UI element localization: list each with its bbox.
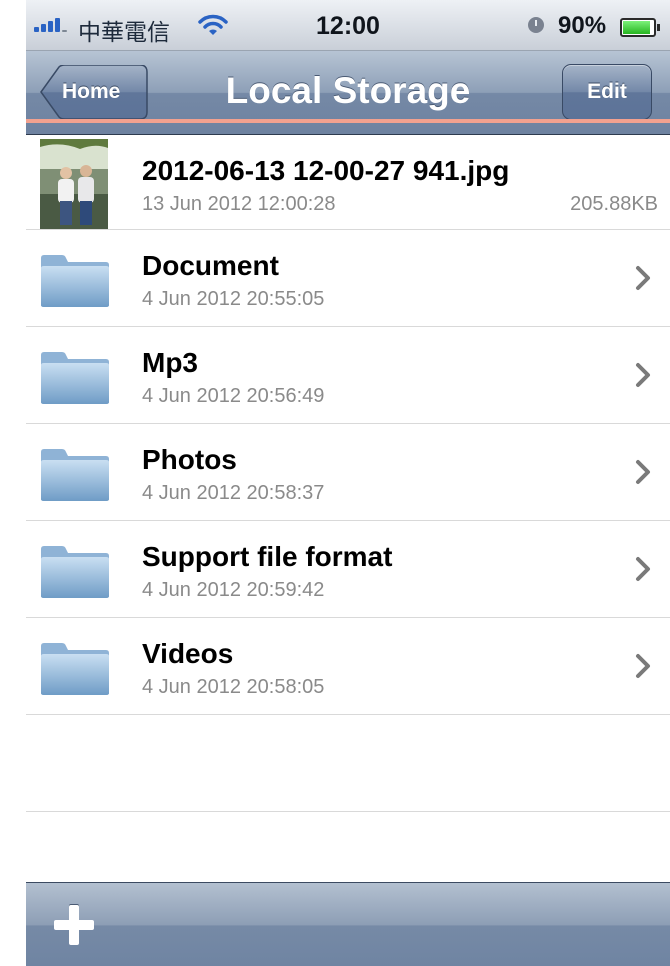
plus-icon[interactable] (54, 905, 94, 945)
folder-icon (41, 449, 109, 501)
file-name: 2012-06-13 12-00-27 941.jpg (142, 155, 510, 186)
folder-icon (41, 352, 109, 404)
folder-icon (41, 255, 109, 307)
folder-icon (41, 643, 109, 695)
bottom-toolbar (26, 882, 670, 966)
phone-screen: 中華電信 12:00 90% Home Local Storage Edit 2… (26, 0, 670, 966)
chevron-right-icon (636, 557, 650, 581)
status-bar: 中華電信 12:00 90% (26, 0, 670, 51)
folder-date: 4 Jun 2012 20:56:49 (142, 385, 325, 407)
list-item-file[interactable]: 2012-06-13 12-00-27 941.jpg 13 Jun 2012 … (26, 119, 670, 237)
navigation-bar: Home Local Storage Edit (26, 51, 670, 135)
folder-name: Photos (142, 444, 237, 475)
folder-date: 4 Jun 2012 20:55:05 (142, 288, 325, 310)
list-item-folder[interactable]: Mp3 4 Jun 2012 20:56:49 (26, 327, 670, 424)
chevron-right-icon (636, 460, 650, 484)
file-list: 2012-06-13 12-00-27 941.jpg 13 Jun 2012 … (26, 119, 670, 812)
file-size: 205.88KB (570, 193, 658, 215)
chevron-right-icon (636, 266, 650, 290)
empty-row (26, 715, 670, 812)
folder-date: 4 Jun 2012 20:58:37 (142, 482, 325, 504)
battery-icon (620, 18, 660, 37)
folder-name: Document (142, 250, 279, 281)
folder-name: Support file format (142, 541, 393, 572)
list-item-folder[interactable]: Document 4 Jun 2012 20:55:05 (26, 230, 670, 327)
list-item-folder[interactable]: Support file format 4 Jun 2012 20:59:42 (26, 521, 670, 618)
folder-name: Mp3 (142, 347, 198, 378)
list-item-folder[interactable]: Videos 4 Jun 2012 20:58:05 (26, 618, 670, 715)
folder-date: 4 Jun 2012 20:58:05 (142, 676, 325, 698)
file-date: 13 Jun 2012 12:00:28 (142, 193, 336, 215)
folder-name: Videos (142, 638, 234, 669)
chevron-right-icon (636, 363, 650, 387)
battery-percent: 90% (558, 12, 607, 39)
chevron-right-icon (636, 654, 650, 678)
edit-button-label: Edit (587, 80, 627, 103)
list-item-folder[interactable]: Photos 4 Jun 2012 20:58:37 (26, 424, 670, 521)
edit-button[interactable]: Edit (562, 64, 652, 120)
photo-thumbnail (40, 139, 108, 229)
folder-icon (41, 546, 109, 598)
folder-date: 4 Jun 2012 20:59:42 (142, 579, 325, 601)
clock-icon (528, 17, 544, 33)
